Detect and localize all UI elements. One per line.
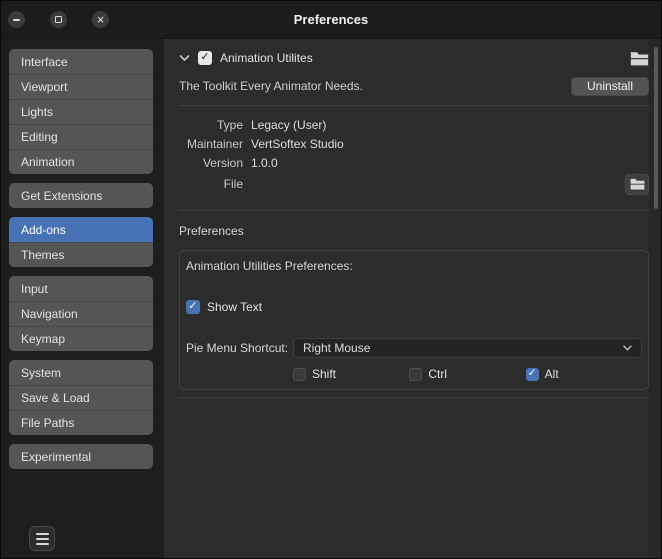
sidebar-item-get-extensions[interactable]: Get Extensions [9, 183, 153, 208]
pie-menu-label: Pie Menu Shortcut: [186, 341, 293, 355]
divider [179, 105, 649, 106]
show-text-label: Show Text [207, 300, 262, 314]
hamburger-icon [36, 533, 49, 535]
sidebar: Interface Viewport Lights Editing Animat… [1, 39, 164, 559]
check-icon: ✓ [528, 368, 537, 379]
modifier-ctrl[interactable]: ✓ Ctrl [409, 367, 525, 381]
folder-icon [630, 178, 645, 190]
uninstall-button[interactable]: Uninstall [571, 77, 649, 96]
check-icon: ✓ [200, 52, 209, 63]
preferences-window: Preferences × Interface Viewport Lights … [0, 0, 662, 559]
sidebar-item-animation[interactable]: Animation [9, 149, 153, 174]
minimize-icon [13, 19, 20, 21]
sidebar-item-lights[interactable]: Lights [9, 99, 153, 124]
sidebar-item-input[interactable]: Input [9, 276, 153, 301]
meta-row-file: File [179, 172, 649, 196]
addon-meta: Type Legacy (User) Maintainer VertSoftex… [179, 115, 649, 196]
pie-menu-row: Pie Menu Shortcut: Right Mouse [186, 338, 642, 358]
chevron-down-icon[interactable] [179, 54, 190, 62]
meta-value: VertSoftex Studio [251, 137, 344, 151]
meta-value: Legacy (User) [251, 118, 326, 132]
sidebar-item-save-load[interactable]: Save & Load [9, 385, 153, 410]
preferences-section-label: Preferences [179, 224, 244, 238]
ctrl-label: Ctrl [428, 367, 447, 381]
pie-menu-value: Right Mouse [303, 341, 370, 355]
shift-checkbox: ✓ [293, 368, 306, 381]
pie-menu-dropdown[interactable]: Right Mouse [293, 338, 642, 358]
sidebar-item-addons[interactable]: Add-ons [9, 217, 153, 242]
alt-checkbox: ✓ [526, 368, 539, 381]
file-browse-button[interactable] [625, 174, 649, 195]
maximize-icon [55, 16, 62, 23]
sidebar-group-system: System Save & Load File Paths [9, 360, 153, 435]
meta-label: Maintainer [179, 137, 243, 151]
sidebar-item-keymap[interactable]: Keymap [9, 326, 153, 351]
check-icon: ✓ [188, 301, 197, 312]
show-text-row: ✓ Show Text [186, 299, 642, 315]
divider [179, 397, 649, 398]
sidebar-group-general: Interface Viewport Lights Editing Animat… [9, 49, 153, 174]
meta-row-type: Type Legacy (User) [179, 115, 649, 134]
maximize-button[interactable] [50, 11, 67, 28]
titlebar: Preferences × [1, 1, 661, 39]
sidebar-item-editing[interactable]: Editing [9, 124, 153, 149]
sidebar-item-navigation[interactable]: Navigation [9, 301, 153, 326]
sidebar-item-viewport[interactable]: Viewport [9, 74, 153, 99]
sidebar-item-themes[interactable]: Themes [9, 242, 153, 267]
shift-label: Shift [312, 367, 336, 381]
meta-value: 1.0.0 [251, 156, 278, 170]
window-controls: × [8, 1, 109, 38]
preferences-box-title: Animation Utilities Preferences: [186, 259, 642, 273]
scrollbar-thumb[interactable] [654, 47, 658, 209]
addon-panel: ✓ Animation Utilites The Toolkit Every A… [164, 39, 649, 559]
ctrl-checkbox: ✓ [409, 368, 422, 381]
minimize-button[interactable] [8, 11, 25, 28]
meta-row-version: Version 1.0.0 [179, 153, 649, 172]
alt-label: Alt [545, 367, 559, 381]
sidebar-group-experimental: Experimental [9, 444, 153, 469]
sidebar-group-addons-themes: Add-ons Themes [9, 217, 153, 267]
meta-row-maintainer: Maintainer VertSoftex Studio [179, 134, 649, 153]
close-icon: × [97, 13, 105, 26]
modifier-row: ✓ Shift ✓ Ctrl ✓ Alt [293, 367, 642, 381]
addon-description-row: The Toolkit Every Animator Needs. Uninst… [179, 76, 649, 96]
meta-label: Version [179, 156, 243, 170]
sidebar-item-file-paths[interactable]: File Paths [9, 410, 153, 435]
preferences-menu-button[interactable] [29, 526, 55, 551]
addon-header: ✓ Animation Utilites [179, 47, 649, 69]
sidebar-item-system[interactable]: System [9, 360, 153, 385]
modifier-alt[interactable]: ✓ Alt [526, 367, 642, 381]
addon-name: Animation Utilites [220, 51, 313, 65]
addon-enable-checkbox[interactable]: ✓ [198, 51, 212, 65]
sidebar-item-interface[interactable]: Interface [9, 49, 153, 74]
sidebar-item-experimental[interactable]: Experimental [9, 444, 153, 469]
addon-description: The Toolkit Every Animator Needs. [179, 79, 363, 93]
show-text-checkbox[interactable]: ✓ [186, 300, 200, 314]
divider [179, 210, 649, 211]
chevron-down-icon [623, 345, 632, 351]
folder-icon[interactable] [630, 51, 649, 66]
sidebar-group-extensions: Get Extensions [9, 183, 153, 208]
modifier-shift[interactable]: ✓ Shift [293, 367, 409, 381]
close-button[interactable]: × [92, 11, 109, 28]
sidebar-group-input: Input Navigation Keymap [9, 276, 153, 351]
addon-preferences-box: Animation Utilities Preferences: ✓ Show … [179, 250, 649, 390]
meta-label: Type [179, 118, 243, 132]
meta-label: File [179, 177, 243, 191]
scrollbar-track [649, 39, 661, 559]
